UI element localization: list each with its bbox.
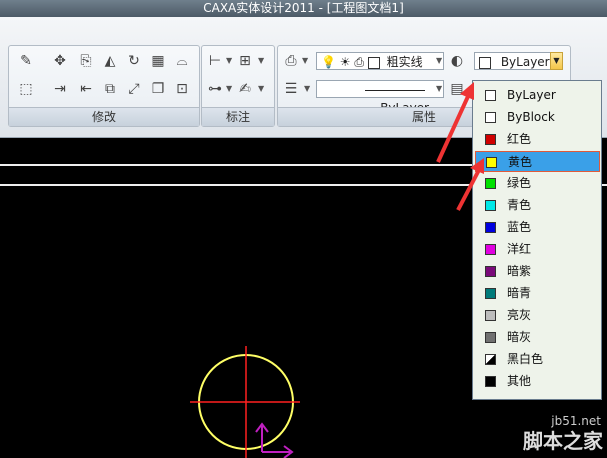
color-menu-item-label: 蓝色 (507, 220, 532, 234)
color-menu-item[interactable]: ByBlock (475, 107, 600, 128)
linetype-combo[interactable]: ByLayer (316, 80, 444, 115)
scale-icon[interactable]: ⤢ (125, 80, 143, 98)
rotate-icon[interactable]: ↻ (125, 52, 143, 70)
panel-title-annotate: 标注 (202, 107, 274, 126)
color-menu-item-label: 绿色 (507, 176, 532, 190)
color-combo-value: ByLayer (500, 55, 550, 69)
copy-icon[interactable]: ⎘ (77, 52, 95, 70)
color-menu-item-label: 其他 (507, 374, 532, 388)
chevron-down-icon[interactable]: ▼ (226, 84, 232, 93)
stretch-icon[interactable]: ⌓ (173, 52, 191, 70)
color-combo-dropdown[interactable]: ▼ (550, 52, 563, 70)
color-menu-item[interactable]: 黄色 (475, 151, 600, 172)
color-menu-item-label: 暗灰 (507, 330, 532, 344)
mirror-icon[interactable]: ◭ (101, 52, 119, 70)
chevron-down-icon[interactable]: ▼ (304, 84, 310, 93)
color-menu-item[interactable]: 蓝色 (475, 217, 600, 238)
sun-icon: ☀ (339, 55, 351, 69)
rect-select-icon[interactable]: ⬚ (17, 80, 35, 98)
canvas-frame-line (0, 164, 472, 166)
brush-icon[interactable]: ✎ (17, 52, 35, 70)
chevron-down-icon[interactable]: ▼ (258, 84, 264, 93)
chevron-down-icon[interactable]: ▼ (302, 56, 308, 65)
color-menu-item-label: 青色 (507, 198, 532, 212)
color-swatch-icon (485, 310, 496, 321)
panel-title-modify: 修改 (9, 107, 199, 126)
color-dropdown-menu[interactable]: ByLayer ByBlock 红色黄色绿色青色蓝色洋红暗紫暗青亮灰暗灰黑白色其他 (472, 80, 602, 400)
color-menu-item[interactable]: 洋红 (475, 239, 600, 260)
drawing-canvas[interactable] (0, 186, 470, 458)
layer-combo-value: 粗实线 (386, 55, 423, 69)
color-swatch (479, 56, 491, 69)
color-menu-item-label: ByLayer (507, 88, 556, 102)
color-menu-item[interactable]: 其他 (475, 371, 600, 392)
color-menu-item[interactable]: 暗青 (475, 283, 600, 304)
color-menu-item[interactable]: 暗灰 (475, 327, 600, 348)
color-menu-item-label: 红色 (507, 132, 532, 146)
panel-modify: ✎ ✥ ⎘ ◭ ↻ ▦ ⌓ ⬚ ⇥ ⇤ ⧉ ⤢ ❐ ⊡ 修改 (8, 45, 200, 127)
color-menu-item[interactable]: 暗紫 (475, 261, 600, 282)
panel-annotate: ⊢ ▼ ⊞ ▼ ⊶ ▼ ✍ ▼ 标注 (201, 45, 275, 127)
color-menu-item[interactable]: 红色 (475, 129, 600, 150)
color-menu-item-label: 洋红 (507, 242, 532, 256)
color-combo[interactable]: ByLayer (474, 52, 560, 70)
trim-icon[interactable]: ⇥ (51, 80, 69, 98)
dimension-icon[interactable]: ⊢ (206, 52, 224, 70)
layer-combo[interactable]: 💡 ☀ ⎙ 粗实线 (316, 52, 444, 70)
layer-color-swatch (367, 56, 380, 69)
leader-icon[interactable]: ⊶ (206, 80, 224, 98)
chevron-down-icon[interactable]: ▼ (258, 56, 264, 65)
color-menu-item-label: 亮灰 (507, 308, 532, 322)
bulb-icon: 💡 (321, 55, 336, 69)
color-menu-item-label: ByBlock (507, 110, 555, 124)
chevron-down-icon[interactable]: ▼ (226, 56, 232, 65)
color-swatch-icon (485, 90, 496, 101)
color-menu-item[interactable]: 青色 (475, 195, 600, 216)
print-icon: ⎙ (354, 55, 364, 69)
color-menu-item-label: 黄色 (508, 155, 533, 169)
color-menu-item[interactable]: 亮灰 (475, 305, 600, 326)
array-icon[interactable]: ▦ (149, 52, 167, 70)
lineweight-icon[interactable]: ☰ (282, 80, 300, 98)
move-icon[interactable]: ✥ (51, 52, 69, 70)
offset-icon[interactable]: ❐ (149, 80, 167, 98)
watermark-brand: 脚本之家 (523, 429, 603, 453)
color-menu-item-label: 黑白色 (507, 352, 544, 366)
color-swatch-icon (485, 112, 496, 123)
annotation-arrow (456, 158, 484, 211)
text-icon[interactable]: ⊞ (236, 52, 254, 70)
color-menu-item[interactable]: 黑白色 (475, 349, 600, 370)
explode-icon[interactable]: ⊡ (173, 80, 191, 98)
color-swatch-icon (485, 288, 496, 299)
edit-dimension-icon[interactable]: ✍ (236, 80, 254, 98)
color-swatch-icon (485, 376, 496, 387)
color-swatch-icon (485, 244, 496, 255)
color-swatch-icon (485, 354, 496, 365)
color-swatch-icon (485, 332, 496, 343)
color-menu-item-label: 暗青 (507, 286, 532, 300)
linetype-preview (365, 90, 425, 91)
break-icon[interactable]: ⧉ (101, 80, 119, 98)
color-wheel-icon[interactable]: ◐ (448, 52, 466, 70)
layer-manager-icon[interactable]: ⎙ (282, 52, 300, 70)
color-menu-item[interactable]: 绿色 (475, 173, 600, 194)
chevron-down-icon[interactable]: ▼ (436, 56, 442, 65)
color-swatch-icon (485, 134, 496, 145)
color-menu-item[interactable]: ByLayer (475, 85, 600, 106)
color-swatch-icon (485, 222, 496, 233)
color-menu-item-label: 暗紫 (507, 264, 532, 278)
color-swatch-icon (485, 266, 496, 277)
extend-icon[interactable]: ⇤ (77, 80, 95, 98)
window-title: CAXA实体设计2011 - [工程图文档1] (0, 0, 607, 17)
